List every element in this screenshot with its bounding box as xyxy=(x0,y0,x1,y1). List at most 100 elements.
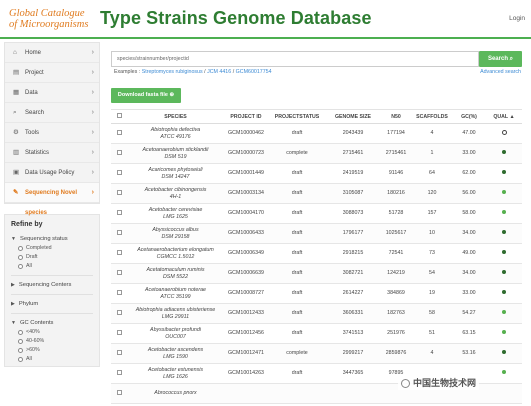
option-gc-40-60[interactable]: 40-60% xyxy=(18,338,93,344)
genome-size-cell: 3082721 xyxy=(326,263,380,284)
genome-size-cell: 2999217 xyxy=(326,343,380,364)
radio-icon[interactable] xyxy=(18,254,23,260)
project-id-cell: GCM10006433 xyxy=(224,223,268,244)
radio-icon[interactable] xyxy=(18,356,23,362)
checkbox[interactable] xyxy=(116,349,122,355)
quality-cell xyxy=(486,143,522,164)
column-header[interactable]: PROJECTSTATUS xyxy=(268,109,326,124)
table-row[interactable]: Acetobacter ascendens LMG 1590 GCM10012471… xyxy=(111,343,522,364)
quality-dark-dot-icon xyxy=(502,290,506,295)
sidebar-item-project[interactable]: ▤ Project › xyxy=(5,63,99,83)
facet-gc-contents[interactable]: ▼ GC Contents xyxy=(11,320,93,326)
table-row[interactable]: Abiotrophia adiacens ubisteriense LMG 299… xyxy=(111,303,522,324)
sidebar-item-tools[interactable]: ⚙ Tools › xyxy=(5,123,99,143)
download-fasta-button[interactable]: Download fasta file ⊕ xyxy=(111,88,181,103)
sidebar-item-search[interactable]: ⌕ Search › xyxy=(5,103,99,123)
table-row[interactable]: Abyssicoccus albus DSM 29158 GCM10006433 dr… xyxy=(111,223,522,244)
status-cell: complete xyxy=(268,343,326,364)
sidebar-item-data[interactable]: ▦ Data › xyxy=(5,83,99,103)
species-name[interactable]: Abrococcus pnorx xyxy=(127,390,224,397)
checkbox[interactable] xyxy=(116,129,122,135)
facet-label: Sequencing Centers xyxy=(18,282,72,288)
quality-light-dot-icon xyxy=(502,310,506,315)
sidebar-item-home[interactable]: ⌂ Home › xyxy=(5,43,99,63)
radio-icon[interactable] xyxy=(18,263,23,269)
checkbox[interactable] xyxy=(116,189,122,195)
gc-cell: 34.00 xyxy=(452,223,486,244)
column-header[interactable]: SPECIES xyxy=(127,109,224,124)
checkbox[interactable] xyxy=(116,209,122,215)
checkbox[interactable] xyxy=(116,369,122,375)
example-link-species[interactable]: Streptomyces rubiginosus xyxy=(142,69,203,75)
option-gc-all[interactable]: All xyxy=(18,356,93,362)
option-draft[interactable]: Draft xyxy=(18,254,93,260)
search-input[interactable]: species/strainnumber/projectid xyxy=(111,51,479,67)
strain-number: LMG 1626 xyxy=(163,373,188,380)
site-logo[interactable]: Global Catalogue of Microorganisms xyxy=(9,8,88,30)
sidebar-item-statistics[interactable]: ▥ Statistics › xyxy=(5,143,99,163)
option-label: <40% xyxy=(26,329,40,335)
species-name[interactable]: Acetanaerobacterium elongatum xyxy=(127,247,224,254)
radio-icon[interactable] xyxy=(18,338,23,344)
radio-icon[interactable] xyxy=(18,347,23,353)
species-cell: Acetatomaculum ruminis DSM 5522 xyxy=(127,263,224,284)
radio-icon[interactable] xyxy=(18,329,23,335)
column-header[interactable]: PROJECT ID xyxy=(224,109,268,124)
column-header[interactable]: GC(%) xyxy=(452,109,486,124)
select-all-cell[interactable] xyxy=(111,109,127,124)
checkbox[interactable] xyxy=(116,389,122,395)
table-row[interactable]: Acetobacter cerevisiae LMG 1625 GCM1000417… xyxy=(111,203,522,224)
table-row[interactable]: Abyssibacter profundi OUC007 GCM10012456 dr… xyxy=(111,323,522,344)
project-id-cell: GCM10012456 xyxy=(224,323,268,344)
login-link[interactable]: Login xyxy=(509,15,525,22)
column-header[interactable]: QUAL ▲ xyxy=(486,109,522,124)
table-row[interactable]: Acetoanaerobium sticklandii DSM 519 GCM100… xyxy=(111,143,522,164)
example-link-project[interactable]: GCM60017754 xyxy=(236,69,272,75)
strain-number: DSM 29158 xyxy=(161,233,190,240)
checkbox[interactable] xyxy=(116,269,122,275)
option-gc-lt40[interactable]: <40% xyxy=(18,329,93,335)
checkbox[interactable] xyxy=(116,289,122,295)
download-label: Download fasta file xyxy=(117,92,168,98)
search-button[interactable]: Search ⌕ xyxy=(479,51,522,67)
radio-icon[interactable] xyxy=(18,245,23,251)
checkbox[interactable] xyxy=(116,329,122,335)
checkbox[interactable] xyxy=(116,229,122,235)
facet-sequencing-status[interactable]: ▼ Sequencing status xyxy=(11,236,93,242)
chevron-right-icon: › xyxy=(91,189,94,196)
sidebar-item-label: Sequencing Novel species xyxy=(25,190,78,216)
checkbox[interactable] xyxy=(116,149,122,155)
checkbox[interactable] xyxy=(116,309,122,315)
facet-sequencing-centers[interactable]: ▶ Sequencing Centers xyxy=(11,282,93,288)
option-completed[interactable]: Completed xyxy=(18,245,93,251)
example-link-strain[interactable]: JCM 4416 xyxy=(207,69,231,75)
option-gc-gt60[interactable]: >60% xyxy=(18,347,93,353)
checkbox[interactable] xyxy=(116,249,122,255)
table-row[interactable]: Acetatomaculum ruminis DSM 5522 GCM1000663… xyxy=(111,263,522,284)
sidebar-nav: ⌂ Home › ▤ Project › ▦ Data › ⌕ Search › ⚙ Tools › ▥ Sta… xyxy=(4,42,100,216)
gc-cell: 33.00 xyxy=(452,143,486,164)
table-row[interactable]: Acetobacter cibinongensis 4H-1 GCM10003134… xyxy=(111,183,522,204)
table-row[interactable]: Acetanaerobacterium elongatum CGMCC 1.501… xyxy=(111,243,522,264)
checkbox[interactable] xyxy=(116,169,122,175)
gc-cell: 33.00 xyxy=(452,283,486,304)
table-row[interactable]: Acaricomes phytoseiuli DSM 14247 GCM100014… xyxy=(111,163,522,184)
column-header[interactable]: N50 xyxy=(380,109,412,124)
checkbox[interactable] xyxy=(116,113,122,118)
option-all[interactable]: All xyxy=(18,263,93,269)
select-cell xyxy=(111,343,127,364)
advanced-search-link[interactable]: Advanced search xyxy=(480,69,521,75)
sidebar-item-sequencing-novel-species[interactable]: ✎ Sequencing Novel species › xyxy=(5,183,99,216)
genome-size-cell: 2918215 xyxy=(326,243,380,264)
sidebar-item-data-usage-policy[interactable]: ▣ Data Usage Policy › xyxy=(5,163,99,183)
table-row[interactable]: Abiotrophia defectiva ATCC 49176 GCM100004… xyxy=(111,123,522,144)
facet-phylum[interactable]: ▶ Phylum xyxy=(11,301,93,307)
column-header[interactable]: SCAFFOLDS xyxy=(412,109,452,124)
genome-size-cell xyxy=(326,383,380,404)
caret-right-icon: ▶ xyxy=(11,282,15,288)
column-header[interactable]: GENOME SIZE xyxy=(326,109,380,124)
quality-light-dot-icon xyxy=(502,370,506,375)
table-row[interactable]: Acetoanaerobium noterae ATCC 35199 GCM1000… xyxy=(111,283,522,304)
select-cell xyxy=(111,243,127,264)
species-name[interactable]: Abiotrophia adiacens ubisteriense xyxy=(127,307,224,314)
